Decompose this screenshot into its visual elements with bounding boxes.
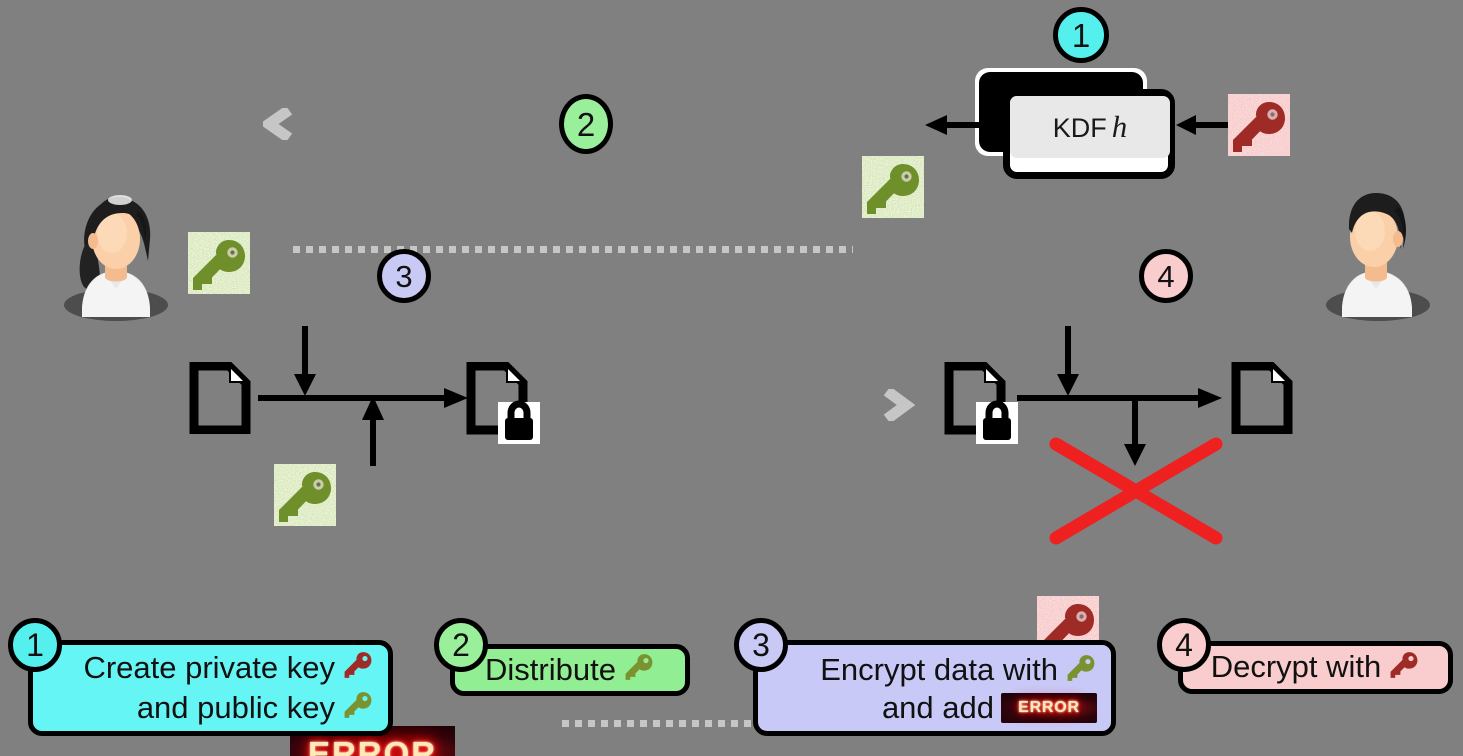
key-glyph (193, 240, 245, 290)
locked-document-icon-right (944, 362, 1020, 444)
step-badge-2-label: 2 (576, 105, 596, 143)
error-sign-text: ERROR (307, 735, 438, 756)
step-badge-4: 4 (1139, 249, 1193, 303)
error-sign-text: ERROR (1018, 698, 1080, 716)
legend-item-3: Encrypt data with and add ERROR (753, 640, 1116, 736)
red-cross-out (1049, 437, 1223, 545)
step-badge-1-label: 1 (1071, 16, 1091, 54)
legend-item-3-line-1: Encrypt data with (758, 651, 1111, 691)
document-icon-plaintext-left (189, 362, 251, 434)
kdf-box: KDF h (975, 68, 1175, 183)
step-badge-4-label: 4 (1157, 258, 1175, 294)
legend-badge-2-label: 2 (452, 626, 470, 663)
legend-badge-3: 3 (734, 618, 788, 672)
legend-item-3-line-1-text: Encrypt data with (820, 652, 1058, 688)
legend-item-4-line-1: Decrypt with (1183, 648, 1448, 688)
private-key-red-icon (342, 648, 374, 688)
legend-item-1-line-2-text: and public key (136, 689, 335, 725)
key-glyph (1233, 102, 1285, 152)
avatar-man (1316, 183, 1436, 323)
step-badge-1: 1 (1053, 7, 1109, 63)
public-key-green-icon-encrypt (274, 464, 336, 526)
legend-badge-4: 4 (1157, 618, 1211, 672)
public-key-green-icon (623, 650, 655, 690)
legend-item-4: Decrypt with (1178, 641, 1453, 694)
diagram-canvas: 1 KDF h 2 3 4 ERROR Create private key a… (0, 0, 1463, 756)
legend-item-1: Create private key and public key (28, 640, 393, 736)
document-icon-plaintext-right (1231, 362, 1293, 434)
dotted-line (293, 246, 853, 253)
dotted-arrow-head-left (259, 105, 299, 145)
public-key-green-icon (342, 688, 374, 728)
legend-badge-1-label: 1 (26, 626, 44, 663)
arrow-kdf-to-green-key (925, 112, 981, 138)
kdf-label: KDF h (1052, 109, 1128, 144)
arrow-red-key-to-kdf (1176, 112, 1228, 138)
legend-badge-3-label: 3 (752, 626, 770, 663)
legend-item-2-line-1-text: Distribute (485, 651, 616, 687)
legend-item-2-line-1: Distribute (455, 650, 685, 690)
legend-item-1-line-1: Create private key (33, 648, 388, 688)
dotted-arrow-distribute (293, 242, 853, 256)
step-badge-3-label: 3 (395, 258, 413, 294)
kdf-box-panel: KDF h (1010, 96, 1170, 158)
locked-document-icon-left (466, 362, 542, 444)
step-badge-3: 3 (377, 249, 431, 303)
legend-badge-4-label: 4 (1175, 626, 1193, 663)
arrow-error-up-left (358, 396, 388, 466)
public-key-green-icon (1065, 651, 1097, 691)
dotted-arrow-head-right (881, 386, 916, 426)
legend-item-1-line-2: and public key (33, 688, 388, 728)
legend-item-3-line-2: and add ERROR (758, 689, 1111, 726)
public-key-green-icon-left (188, 232, 250, 294)
step-badge-2: 2 (559, 94, 613, 154)
error-neon-sign-mini: ERROR (1001, 692, 1097, 723)
legend-item-3-line-2-text: and add (881, 689, 994, 725)
legend-item-4-line-1-text: Decrypt with (1210, 649, 1382, 685)
legend-badge-1: 1 (8, 618, 62, 672)
private-key-red-icon (1388, 648, 1420, 688)
key-glyph (279, 472, 331, 522)
private-key-red-icon-top (1228, 94, 1290, 156)
avatar-woman (58, 183, 174, 323)
legend-badge-2: 2 (434, 618, 488, 672)
legend-item-1-line-1-text: Create private key (83, 649, 335, 685)
key-glyph (867, 164, 919, 214)
public-key-green-icon-right (862, 156, 924, 218)
